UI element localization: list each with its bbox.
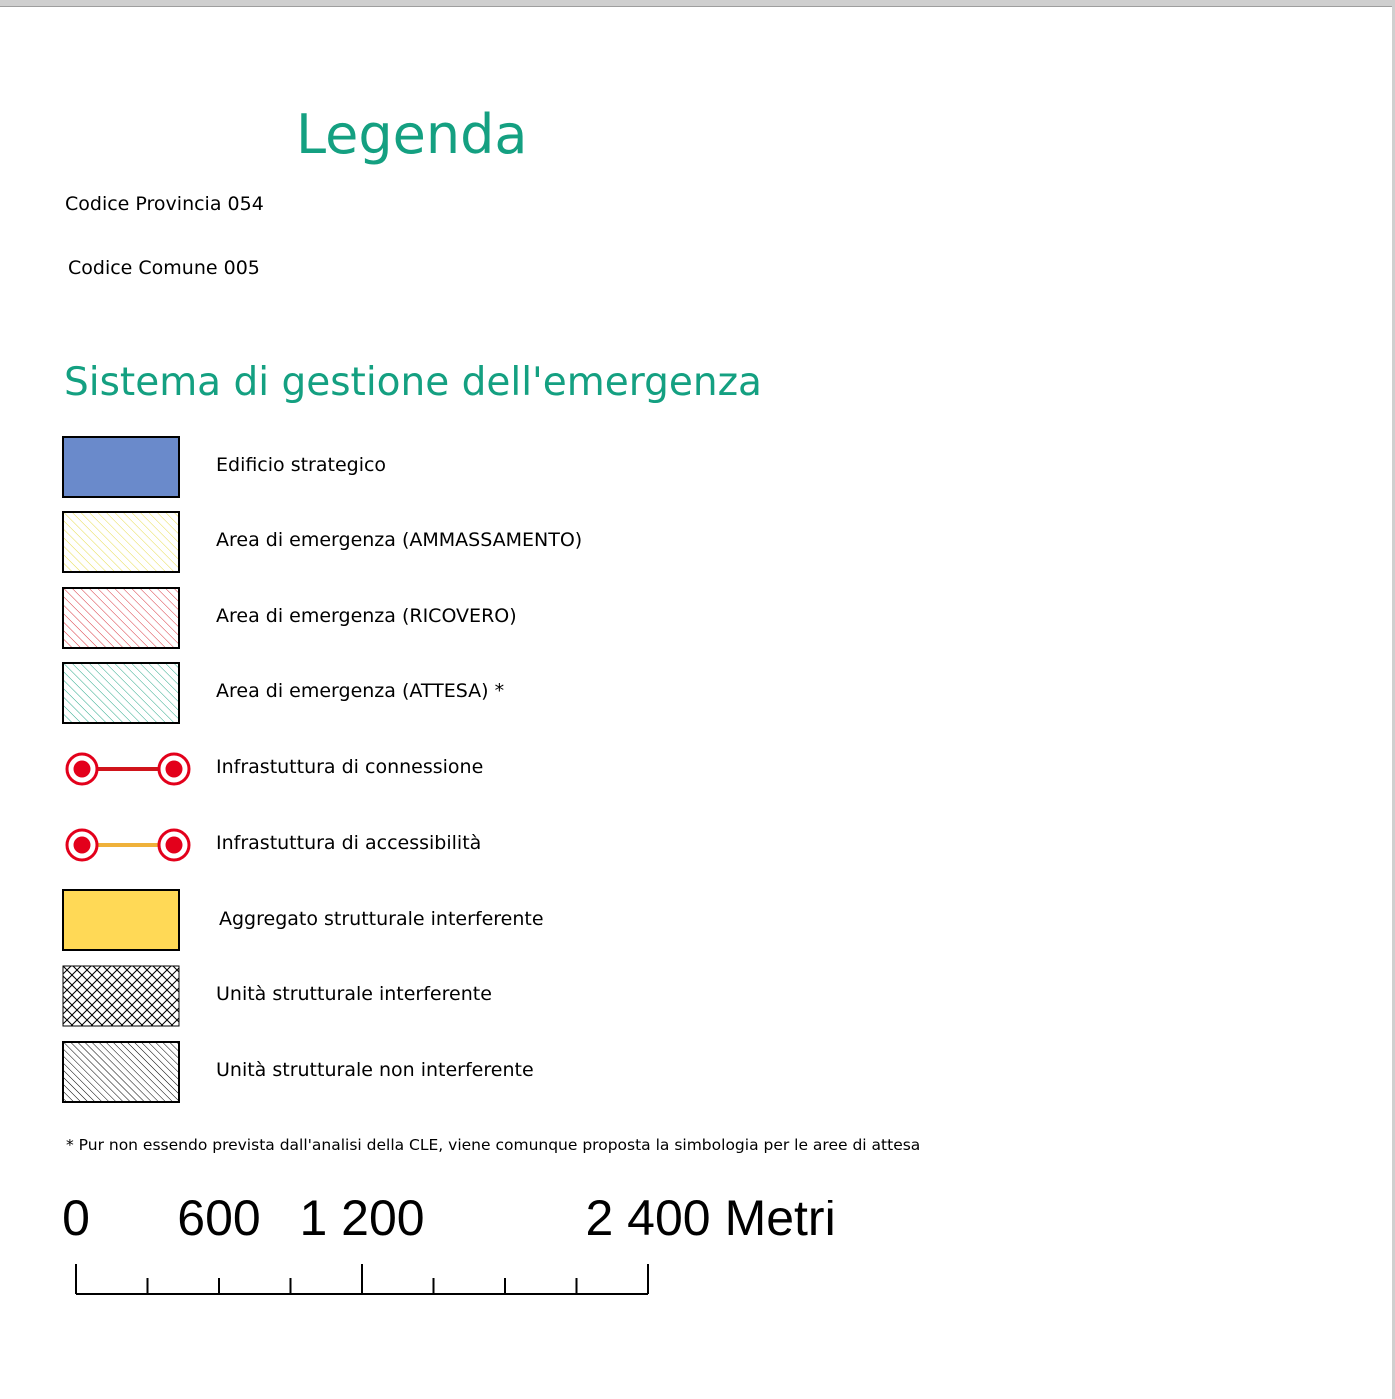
legend-label: Edificio strategico bbox=[216, 454, 387, 476]
scale-bar: 0 600 1 200 2 400 Metri bbox=[62, 1200, 836, 1295]
line-node-red-icon bbox=[65, 752, 191, 786]
legend-item-accessibilita: Infrastuttura di accessibilità bbox=[62, 814, 1062, 876]
top-border bbox=[0, 0, 1395, 7]
line-node-orange-icon bbox=[65, 828, 191, 862]
legend-label: Area di emergenza (RICOVERO) bbox=[216, 605, 517, 627]
legend-item-connessione: Infrastuttura di connessione bbox=[62, 738, 1062, 800]
section-title: Sistema di gestione dell'emergenza bbox=[64, 360, 762, 405]
scale-label: 600 bbox=[177, 1200, 260, 1246]
crosshatch-swatch-icon bbox=[62, 965, 180, 1027]
legend-label: Aggregato strutturale interferente bbox=[219, 908, 544, 930]
legend-title: Legenda bbox=[296, 103, 528, 166]
legend-item-ricovero: Area di emergenza (RICOVERO) bbox=[62, 587, 1062, 649]
hatch-green-swatch-icon bbox=[62, 662, 180, 724]
provincia-code: Codice Provincia 054 bbox=[65, 193, 264, 215]
hatch-black-swatch-icon bbox=[62, 1041, 180, 1103]
legend-label: Infrastuttura di connessione bbox=[216, 756, 484, 778]
hatch-red-swatch-icon bbox=[62, 587, 180, 649]
scale-label: 1 200 bbox=[299, 1200, 424, 1246]
legend-label: Unità strutturale interferente bbox=[216, 983, 492, 1005]
footnote: * Pur non essendo prevista dall'analisi … bbox=[66, 1136, 921, 1154]
scale-ticks bbox=[75, 1264, 649, 1295]
scale-labels: 0 600 1 200 2 400 Metri bbox=[62, 1200, 836, 1246]
hatch-yellow-swatch-icon bbox=[62, 511, 180, 573]
legend-item-attesa: Area di emergenza (ATTESA) * bbox=[62, 662, 1062, 724]
legend-label: Area di emergenza (ATTESA) * bbox=[216, 680, 505, 702]
legend-item-ammassamento: Area di emergenza (AMMASSAMENTO) bbox=[62, 511, 1062, 573]
solid-blue-swatch-icon bbox=[62, 436, 180, 498]
legend-item-aggregato: Aggregato strutturale interferente bbox=[62, 889, 1062, 951]
legend-label: Unità strutturale non interferente bbox=[216, 1059, 534, 1081]
scale-label: 0 bbox=[62, 1200, 90, 1246]
legend-item-unita-non-interferente: Unità strutturale non interferente bbox=[62, 1041, 1062, 1103]
legend-label: Area di emergenza (AMMASSAMENTO) bbox=[216, 529, 583, 551]
scale-label: 2 400 bbox=[585, 1200, 710, 1246]
legend-item-edificio-strategico: Edificio strategico bbox=[62, 436, 1062, 498]
scale-unit: Metri bbox=[725, 1200, 836, 1246]
legend-label: Infrastuttura di accessibilità bbox=[216, 832, 482, 854]
comune-code: Codice Comune 005 bbox=[68, 257, 260, 279]
legend-item-unita-interferente: Unità strutturale interferente bbox=[62, 965, 1062, 1027]
solid-yellow-swatch-icon bbox=[62, 889, 180, 951]
